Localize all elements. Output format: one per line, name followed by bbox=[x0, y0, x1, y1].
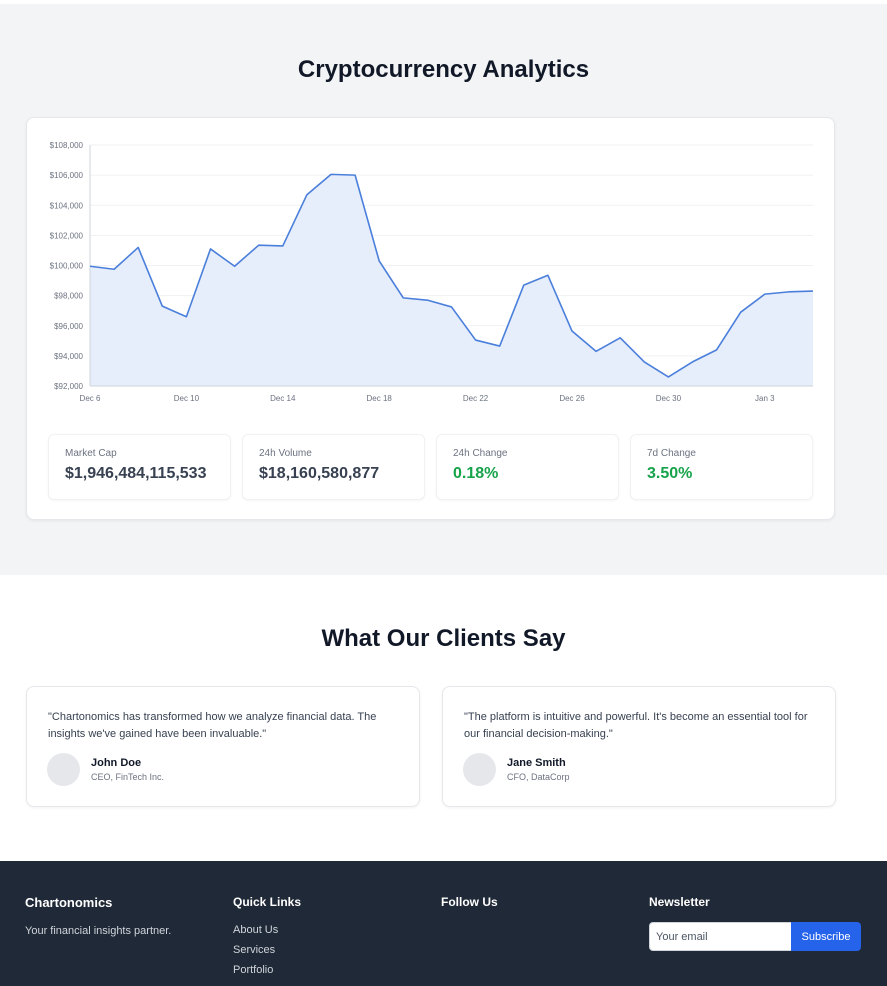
x-tick-label: Jan 3 bbox=[755, 394, 775, 403]
avatar bbox=[463, 753, 496, 786]
y-tick-label: $96,000 bbox=[54, 322, 83, 331]
chart-card: $92,000 $94,000 $96,000 $98,000 $100,000 $102… bbox=[26, 117, 835, 520]
newsletter-title: Newsletter bbox=[649, 895, 710, 909]
avatar bbox=[47, 753, 80, 786]
y-tick-label: $94,000 bbox=[54, 352, 83, 361]
x-tick-label: Dec 18 bbox=[367, 394, 393, 403]
x-tick-label: Dec 6 bbox=[80, 394, 101, 403]
stat-label: 7d Change bbox=[647, 448, 696, 459]
testimonial-name: Jane Smith bbox=[507, 757, 566, 769]
stat-value: 3.50% bbox=[647, 465, 693, 482]
x-tick-label: Dec 30 bbox=[656, 394, 682, 403]
stat-value: $18,160,580,877 bbox=[259, 465, 380, 482]
follow-us-title: Follow Us bbox=[441, 895, 498, 909]
testimonial-quote: "The platform is intuitive and powerful.… bbox=[464, 711, 808, 740]
footer-tagline: Your financial insights partner. bbox=[25, 925, 172, 937]
footer-quick-links: Quick Links About Us Services Portfolio bbox=[233, 895, 301, 976]
testimonial-quote: "Chartonomics has transformed how we ana… bbox=[48, 711, 377, 740]
testimonials-title: What Our Clients Say bbox=[321, 625, 566, 652]
stat-label: Market Cap bbox=[65, 448, 117, 459]
y-tick-label: $104,000 bbox=[50, 201, 84, 210]
footer-follow: Follow Us bbox=[441, 895, 498, 909]
newsletter-email-input[interactable] bbox=[649, 922, 792, 951]
y-tick-label: $106,000 bbox=[50, 171, 84, 180]
stat-label: 24h Volume bbox=[259, 448, 312, 459]
x-tick-label: Dec 26 bbox=[559, 394, 585, 403]
analytics-title: Cryptocurrency Analytics bbox=[297, 56, 590, 83]
footer-link-about[interactable]: About Us bbox=[233, 924, 301, 936]
stat-24h-volume: 24h Volume $18,160,580,877 bbox=[242, 434, 425, 500]
x-tick-label: Dec 14 bbox=[270, 394, 296, 403]
stat-label: 24h Change bbox=[453, 448, 508, 459]
testimonial-card: "Chartonomics has transformed how we ana… bbox=[26, 686, 420, 807]
area-fill bbox=[90, 174, 813, 386]
x-tick-label: Dec 10 bbox=[174, 394, 200, 403]
testimonial-role: CEO, FinTech Inc. bbox=[91, 772, 165, 782]
y-tick-label: $98,000 bbox=[54, 292, 83, 301]
y-tick-label: $102,000 bbox=[50, 231, 84, 240]
x-tick-label: Dec 22 bbox=[463, 394, 489, 403]
y-tick-label: $108,000 bbox=[50, 141, 84, 150]
price-chart: $92,000 $94,000 $96,000 $98,000 $100,000 $102… bbox=[50, 141, 814, 403]
stat-market-cap: Market Cap $1,946,484,115,533 bbox=[48, 434, 231, 500]
subscribe-button[interactable]: Subscribe bbox=[791, 922, 861, 951]
footer-link-services[interactable]: Services bbox=[233, 944, 301, 956]
y-tick-label: $100,000 bbox=[50, 262, 84, 271]
y-tick-label: $92,000 bbox=[54, 382, 83, 391]
quick-links-title: Quick Links bbox=[233, 895, 302, 909]
stat-value: $1,946,484,115,533 bbox=[65, 465, 207, 482]
footer-newsletter: Newsletter Subscribe bbox=[649, 895, 869, 965]
footer-brand-title: Chartonomics bbox=[25, 895, 113, 910]
stat-7d-change: 7d Change 3.50% bbox=[630, 434, 813, 500]
testimonial-role: CFO, DataCorp bbox=[507, 772, 570, 782]
analytics-section: Cryptocurrency Analytics $92,000 $94,000 $… bbox=[0, 4, 887, 575]
testimonial-name: John Doe bbox=[91, 757, 142, 769]
stat-24h-change: 24h Change 0.18% bbox=[436, 434, 619, 500]
stat-value: 0.18% bbox=[453, 465, 499, 482]
footer-link-portfolio[interactable]: Portfolio bbox=[233, 964, 301, 976]
footer: Chartonomics Your financial insights par… bbox=[0, 861, 887, 986]
footer-brand: Chartonomics Your financial insights par… bbox=[25, 895, 171, 937]
testimonials-section: What Our Clients Say "Chartonomics has t… bbox=[0, 575, 887, 861]
testimonial-card: "The platform is intuitive and powerful.… bbox=[442, 686, 836, 807]
